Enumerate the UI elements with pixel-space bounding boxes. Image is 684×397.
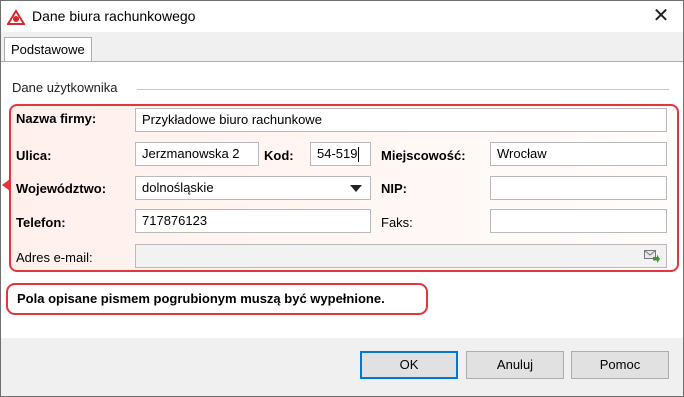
city-label: Miejscowość: (381, 148, 466, 163)
email-label: Adres e-mail: (16, 250, 93, 265)
group-divider (137, 89, 669, 90)
voivodeship-label: Województwo: (16, 181, 107, 196)
button-bar: OK Anuluj Pomoc (1, 338, 683, 396)
help-button[interactable]: Pomoc (571, 351, 669, 379)
close-icon[interactable]: ✕ (649, 4, 673, 28)
required-fields-note: Pola opisane pismem pogrubionym muszą by… (17, 291, 385, 306)
title-bar: Dane biura rachunkowego ✕ (1, 1, 683, 32)
postcode-value: 54-519 (317, 146, 358, 161)
ok-button[interactable]: OK (360, 351, 458, 379)
dialog-window: Dane biura rachunkowego ✕ Podstawowe Dan… (0, 0, 684, 397)
street-input[interactable]: Jerzmanowska 2 (135, 142, 259, 166)
company-name-label: Nazwa firmy: (16, 111, 97, 126)
window-title: Dane biura rachunkowego (32, 8, 196, 24)
postcode-label: Kod: (264, 148, 294, 163)
phone-input[interactable]: 717876123 (135, 209, 371, 233)
voivodeship-select[interactable]: dolnośląskie (135, 176, 371, 200)
voivodeship-value: dolnośląskie (142, 180, 214, 195)
send-email-icon[interactable] (644, 249, 660, 263)
postcode-input[interactable]: 54-519 (310, 142, 371, 166)
tab-strip: Podstawowe (1, 32, 683, 62)
street-label: Ulica: (16, 148, 52, 163)
dropdown-arrow-icon[interactable] (350, 185, 362, 192)
nip-input[interactable] (490, 176, 667, 200)
fax-input[interactable] (490, 209, 667, 233)
text-cursor (358, 147, 360, 163)
phone-label: Telefon: (16, 215, 66, 230)
group-label-user-data: Dane użytkownika (12, 80, 124, 95)
required-note-box: Pola opisane pismem pogrubionym muszą by… (6, 283, 428, 315)
company-name-input[interactable]: Przykładowe biuro rachunkowe (135, 108, 667, 132)
tab-podstawowe[interactable]: Podstawowe (4, 37, 92, 62)
tab-panel: Dane użytkownika Nazwa firmy: Przykładow… (1, 61, 683, 338)
city-input[interactable]: Wrocław (490, 142, 667, 166)
email-input[interactable] (135, 244, 667, 268)
app-logo-icon (7, 9, 25, 25)
nip-label: NIP: (381, 181, 407, 196)
highlight-pointer-icon (2, 179, 10, 191)
cancel-button[interactable]: Anuluj (466, 351, 564, 379)
fax-label: Faks: (381, 215, 413, 230)
